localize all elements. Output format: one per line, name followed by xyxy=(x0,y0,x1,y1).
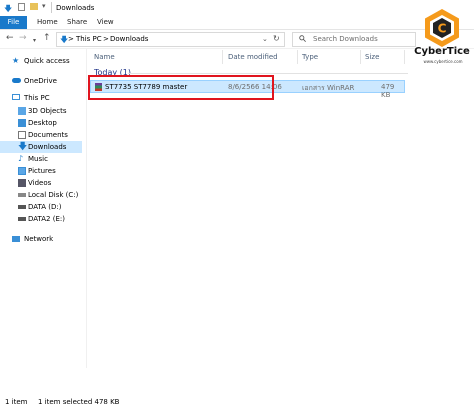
sidebar-item-label: Pictures xyxy=(28,167,56,175)
sidebar-item-label: DATA2 (E:) xyxy=(28,215,65,223)
column-header-size[interactable]: Size xyxy=(365,53,379,61)
back-arrow-icon[interactable]: ← xyxy=(6,34,14,43)
sidebar-item-label: This PC xyxy=(24,94,50,102)
sidebar-item-pictures[interactable]: Pictures xyxy=(0,165,82,177)
ribbon-tabs: File Home Share View xyxy=(0,16,474,30)
logo-brand: CyberTice xyxy=(414,46,470,57)
forward-arrow-icon[interactable]: → xyxy=(19,34,27,43)
music-icon: ♪ xyxy=(18,154,24,163)
computer-icon xyxy=(12,94,20,100)
logo-url: www.cybertice.com xyxy=(423,59,463,64)
breadcrumb-downloads[interactable]: Downloads xyxy=(110,35,148,43)
file-type: เอกสาร WinRAR xyxy=(302,84,355,92)
sidebar-item-documents[interactable]: Documents xyxy=(0,129,82,141)
sidebar-item-onedrive[interactable]: OneDrive xyxy=(0,75,82,87)
column-header-type[interactable]: Type xyxy=(302,53,318,61)
address-bar[interactable]: 🡇 > This PC > Downloads ⌄ ↻ xyxy=(56,32,285,47)
drive-icon xyxy=(18,217,26,221)
tab-file[interactable]: File xyxy=(0,16,27,29)
sidebar-item-label: DATA (D:) xyxy=(28,203,62,211)
sidebar-item-label: Videos xyxy=(28,179,52,187)
videos-icon xyxy=(18,179,26,187)
search-box[interactable]: Search Downloads xyxy=(292,32,416,47)
sidebar-item-label: Network xyxy=(24,235,54,243)
search-input[interactable]: Search Downloads xyxy=(313,35,378,43)
breadcrumb-this-pc[interactable]: This PC xyxy=(76,35,102,43)
star-icon: ★ xyxy=(12,56,20,65)
window-title: Downloads xyxy=(56,4,95,12)
recent-dropdown-icon[interactable]: ▾ xyxy=(33,36,36,45)
logo-hexagon-icon: C xyxy=(425,9,459,47)
sidebar-item-network[interactable]: Network xyxy=(0,233,82,245)
column-divider[interactable] xyxy=(360,50,361,64)
sidebar-item-label: 3D Objects xyxy=(28,107,67,115)
cloud-icon xyxy=(12,78,21,83)
sidebar-item-label: Downloads xyxy=(28,143,67,151)
breadcrumb-separator[interactable]: > xyxy=(103,35,109,43)
svg-text:C: C xyxy=(438,22,447,36)
sidebar-item-label: OneDrive xyxy=(24,77,57,85)
sidebar-item-label: Documents xyxy=(28,131,68,139)
sidebar-item-3d-objects[interactable]: 3D Objects xyxy=(0,105,82,117)
properties-icon[interactable] xyxy=(18,3,25,11)
status-selection: 1 item selected 478 KB xyxy=(38,398,120,406)
sidebar-item-local-disk-c[interactable]: Local Disk (C:) xyxy=(0,189,82,201)
title-bar: 🡇 ▾ Downloads xyxy=(0,0,474,16)
download-icon: 🡇 xyxy=(18,142,28,152)
sidebar-item-label: Music xyxy=(28,155,48,163)
column-divider[interactable] xyxy=(404,50,405,64)
tab-view[interactable]: View xyxy=(97,16,114,29)
column-divider[interactable] xyxy=(297,50,298,64)
desktop-icon xyxy=(18,119,26,127)
sidebar-item-label: Desktop xyxy=(28,119,57,127)
new-folder-icon[interactable] xyxy=(30,3,38,10)
up-arrow-icon[interactable]: ↑ xyxy=(43,34,51,43)
column-divider[interactable] xyxy=(222,50,223,64)
refresh-icon[interactable]: ↻ xyxy=(273,34,280,43)
tab-home[interactable]: Home xyxy=(37,16,58,29)
highlight-annotation-box xyxy=(88,75,274,100)
search-icon xyxy=(299,35,306,42)
cube-icon xyxy=(18,107,26,115)
pane-divider[interactable] xyxy=(86,48,87,368)
drive-icon xyxy=(18,193,26,197)
navigation-bar: ← → ▾ ↑ 🡇 > This PC > Downloads ⌄ ↻ Sear… xyxy=(0,30,474,49)
sidebar-item-data-d[interactable]: DATA (D:) xyxy=(0,201,82,213)
sidebar-item-data2-e[interactable]: DATA2 (E:) xyxy=(0,213,82,225)
download-arrow-icon[interactable]: 🡇 xyxy=(4,3,12,17)
customize-dropdown-icon[interactable]: ▾ xyxy=(42,2,46,10)
title-separator xyxy=(51,2,52,13)
status-item-count: 1 item xyxy=(5,398,28,406)
column-header-date[interactable]: Date modified xyxy=(228,53,278,61)
sidebar-item-music[interactable]: ♪ Music xyxy=(0,153,82,165)
download-folder-icon: 🡇 xyxy=(60,35,69,44)
status-bar: 1 item 1 item selected 478 KB xyxy=(0,396,474,408)
drive-icon xyxy=(18,205,26,209)
group-divider xyxy=(128,73,408,74)
breadcrumb-separator[interactable]: > xyxy=(68,35,74,43)
file-size: 479 KB xyxy=(381,83,395,99)
network-icon xyxy=(12,236,20,242)
sidebar-item-videos[interactable]: Videos xyxy=(0,177,82,189)
pictures-icon xyxy=(18,167,26,175)
address-dropdown-icon[interactable]: ⌄ xyxy=(262,35,268,43)
sidebar-item-label: Local Disk (C:) xyxy=(28,191,79,199)
sidebar-item-label: Quick access xyxy=(24,57,70,65)
cybertice-logo: C CyberTice www.cybertice.com xyxy=(414,8,470,72)
sidebar-item-desktop[interactable]: Desktop xyxy=(0,117,82,129)
sidebar-item-downloads[interactable]: 🡇 Downloads xyxy=(0,141,82,153)
navigation-pane: ★ Quick access OneDrive This PC 3D Objec… xyxy=(0,55,82,250)
column-header-name[interactable]: Name xyxy=(94,53,115,61)
tab-share[interactable]: Share xyxy=(67,16,87,29)
documents-icon xyxy=(18,131,26,139)
sidebar-item-this-pc[interactable]: This PC xyxy=(0,92,82,104)
sidebar-item-quick-access[interactable]: ★ Quick access xyxy=(0,55,82,67)
